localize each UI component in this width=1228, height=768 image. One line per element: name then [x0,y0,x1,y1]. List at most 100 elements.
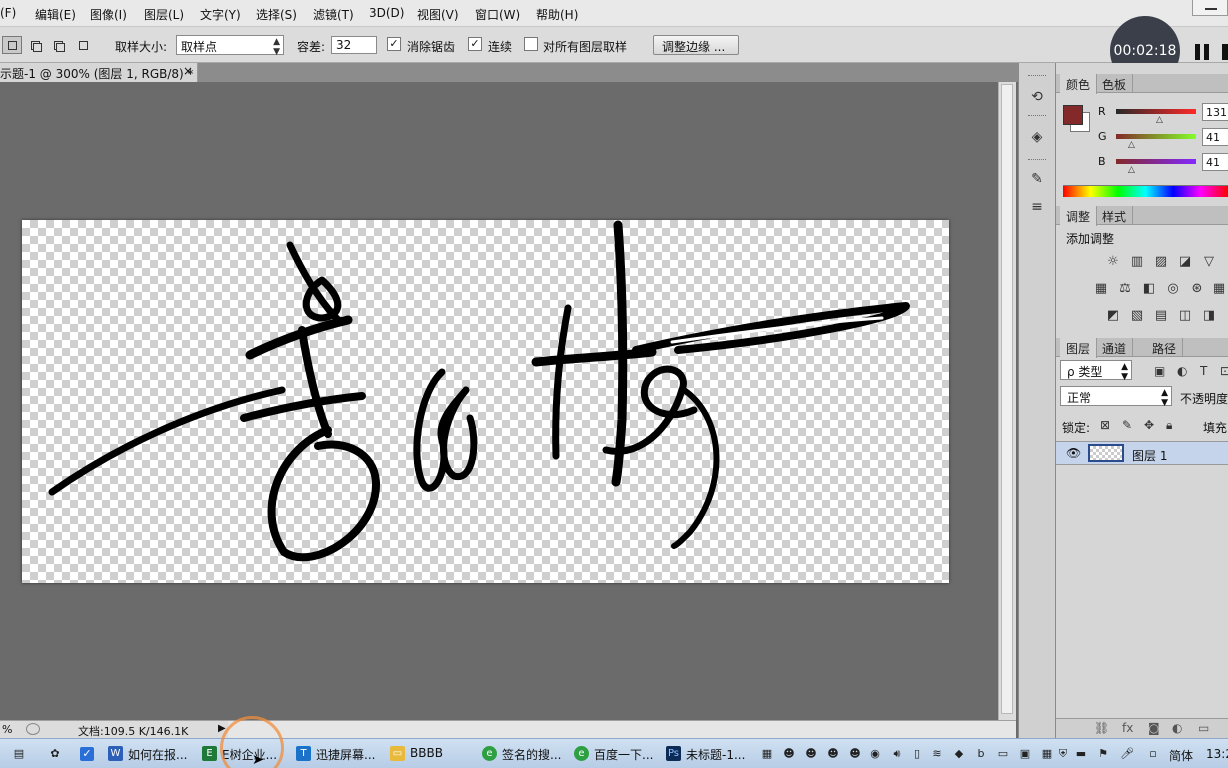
type-filter-icon[interactable]: T [1200,364,1207,378]
add-selection-mode-button[interactable] [25,36,45,54]
red-slider[interactable]: R △ 131 [1098,103,1228,125]
menu-3d[interactable]: 3D(D) [369,6,404,20]
green-value[interactable]: 41 [1202,128,1228,146]
color-spectrum-bar[interactable] [1063,185,1228,197]
lock-position-icon[interactable]: ✥ [1144,418,1154,432]
refine-edge-button[interactable]: 调整边缘 ... [653,35,739,55]
package-icon[interactable]: ◆ [952,747,966,761]
status-info-icon[interactable] [26,723,40,735]
action-center-icon[interactable]: ⚑ [1096,747,1110,761]
hue-saturation-icon[interactable]: ▦ [1092,281,1110,297]
tab-channels[interactable]: 通道 [1096,338,1134,357]
tab-styles[interactable]: 样式 [1096,206,1134,225]
stop-recording-button[interactable] [1222,44,1228,60]
sample-size-select[interactable]: 取样点 ▲ ▼ [176,35,284,57]
adjustment-filter-icon[interactable]: ◐ [1177,364,1187,378]
green-slider[interactable]: G △ 41 [1098,128,1228,150]
menu-image[interactable]: 图像(I) [90,6,127,23]
tab-paths[interactable]: 路径 [1146,338,1184,357]
layer-name[interactable]: 图层 1 [1132,447,1167,464]
display-icon[interactable]: ▭ [996,747,1010,761]
tab-adjustments[interactable]: 调整 [1060,206,1098,226]
layer-row[interactable]: 👁︎ 图层 1 [1056,441,1228,465]
lock-transparent-icon[interactable]: ⊠ [1100,418,1110,432]
blue-value[interactable]: 41 [1202,153,1228,171]
invert-icon[interactable]: ◩ [1104,308,1122,324]
taskbar-item-recorder[interactable]: T 迅捷屏幕... [294,742,382,766]
close-icon[interactable]: × [183,64,193,78]
screen-icon[interactable]: ▦ [1040,747,1054,761]
red-track[interactable] [1116,109,1196,114]
green-track[interactable] [1116,134,1196,139]
document-canvas[interactable] [22,220,949,583]
vibrance-icon[interactable]: ▽ [1200,254,1218,270]
tab-color[interactable]: 颜色 [1060,74,1098,94]
vertical-scrollbar-thumb[interactable] [1001,84,1013,714]
menu-file[interactable]: (F) [0,6,16,20]
threshold-icon[interactable]: ▤ [1152,308,1170,324]
panel-grip[interactable] [1028,75,1046,78]
menu-help[interactable]: 帮助(H) [536,6,578,23]
eye-icon[interactable]: 👁︎ [1066,446,1081,460]
network-icon[interactable]: ▣ [1018,747,1032,761]
lock-image-icon[interactable]: ✎ [1122,418,1132,432]
color-balance-icon[interactable]: ⚖ [1116,281,1134,297]
panel-grip[interactable] [1028,115,1046,118]
menu-view[interactable]: 视图(V) [417,6,459,23]
new-adjustment-icon[interactable]: ◐ [1172,721,1182,735]
red-value[interactable]: 131 [1202,103,1228,121]
antialias-checkbox[interactable]: ✓ [387,37,401,51]
menu-select[interactable]: 选择(S) [256,6,297,23]
qq-icon[interactable]: ☻ [804,747,818,761]
link-layers-icon[interactable]: ⛓︎ [1094,721,1109,735]
menu-filter[interactable]: 滤镜(T) [313,6,354,23]
image-filter-icon[interactable]: ▣ [1154,364,1165,378]
shape-filter-icon[interactable]: ⊡ [1220,364,1228,378]
bing-icon[interactable]: b [974,747,988,761]
taskbar-item-word[interactable]: W 如何在报... [106,742,194,766]
tab-swatches[interactable]: 色板 [1096,74,1134,93]
channel-mixer-icon[interactable]: ⊛ [1188,281,1206,297]
intersect-selection-mode-button[interactable] [73,36,93,54]
minimize-button[interactable] [1192,0,1228,16]
layer-filter-select[interactable]: ρ 类型 ▲ ▼ [1060,360,1132,382]
subtract-selection-mode-button[interactable] [48,36,68,54]
menu-type[interactable]: 文字(Y) [200,6,241,23]
black-white-icon[interactable]: ◧ [1140,281,1158,297]
app-launcher-icon[interactable]: ✓ [80,747,94,761]
tab-layers[interactable]: 图层 [1060,338,1098,358]
blend-mode-select[interactable]: 正常 ▲ ▼ [1060,386,1172,408]
zoom-level[interactable]: % [2,723,12,736]
quick-launch-icon[interactable]: ✿ [48,747,62,761]
exposure-icon[interactable]: ◪ [1176,254,1194,270]
tray-app-icon[interactable]: ▦ [760,747,774,761]
microphone-icon[interactable]: 🎤︎ [1120,747,1134,761]
3d-icon[interactable]: ◈ [1027,127,1047,147]
panel-grip[interactable] [1028,159,1046,162]
layer-thumbnail[interactable] [1088,444,1124,462]
menu-layer[interactable]: 图层(L) [144,6,184,23]
document-tab[interactable]: 示题-1 @ 300% (图层 1, RGB/8) * × [0,63,198,82]
blue-track[interactable] [1116,159,1196,164]
taskbar-item-photoshop[interactable]: Ps 未标题-1... [664,742,752,766]
new-group-icon[interactable]: ▭ [1198,721,1209,735]
blue-slider[interactable]: B △ 41 [1098,153,1228,175]
properties-icon[interactable]: ≡ [1027,197,1047,217]
menu-window[interactable]: 窗口(W) [475,6,520,23]
qq-icon[interactable]: ☻ [782,747,796,761]
lock-all-icon[interactable]: 🔒︎ [1166,418,1172,433]
menu-edit[interactable]: 编辑(E) [35,6,76,23]
add-mask-icon[interactable]: ◙ [1148,721,1160,735]
tolerance-input[interactable]: 32 [331,36,377,54]
foreground-color-swatch[interactable] [1063,105,1083,125]
photo-filter-icon[interactable]: ◎ [1164,281,1182,297]
brush-preset-icon[interactable]: ✎ [1027,169,1047,189]
vertical-scrollbar[interactable] [998,82,1016,720]
usb-icon[interactable]: ▬ [1074,747,1088,761]
volume-icon[interactable]: 🔊︎ [890,747,904,761]
fx-icon[interactable]: fx [1122,721,1133,735]
keyboard-icon[interactable]: ▫ [1146,747,1160,761]
qq-icon[interactable]: ☻ [826,747,840,761]
notification-icon[interactable]: ◉ [868,747,882,761]
selective-color-icon[interactable]: ◨ [1200,308,1218,324]
